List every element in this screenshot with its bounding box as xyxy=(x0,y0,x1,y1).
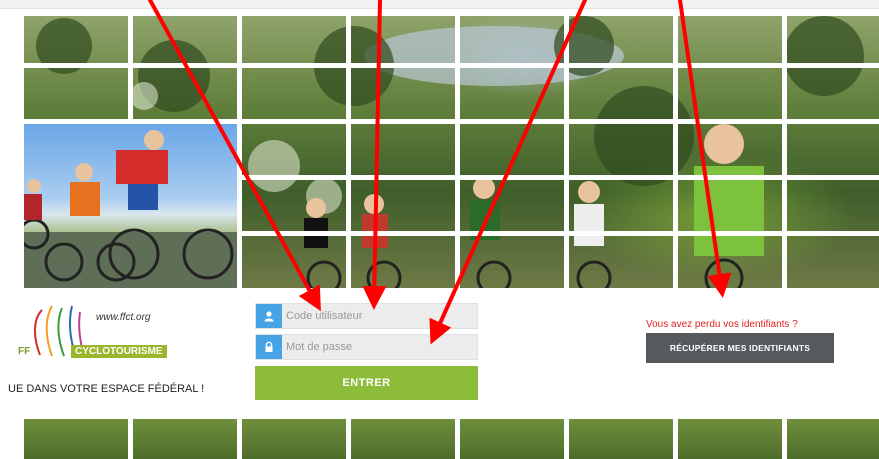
family-cycling-photo xyxy=(24,124,237,288)
logo-url: www.ffct.org xyxy=(96,312,151,323)
user-icon xyxy=(256,304,282,328)
password-field[interactable] xyxy=(255,334,478,360)
username-input[interactable] xyxy=(286,304,474,328)
username-field[interactable] xyxy=(255,303,478,329)
bottom-photo-strip xyxy=(24,419,879,459)
family-scene xyxy=(24,130,237,288)
top-border xyxy=(0,0,879,9)
lock-icon xyxy=(256,335,282,359)
enter-button[interactable]: ENTRER xyxy=(255,366,478,400)
lost-credentials-text: Vous avez perdu vos identifiants ? xyxy=(646,319,798,330)
ffct-logo: www.ffct.org FF CYCLOTOURISME xyxy=(8,298,208,376)
welcome-tagline: UE DANS VOTRE ESPACE FÉDÉRAL ! xyxy=(8,383,205,395)
logo-name: CYCLOTOURISME xyxy=(71,345,167,358)
password-input[interactable] xyxy=(286,335,474,359)
logo-ff: FF xyxy=(18,346,31,357)
recover-credentials-button[interactable]: RÉCUPÉRER MES IDENTIFIANTS xyxy=(646,333,834,363)
